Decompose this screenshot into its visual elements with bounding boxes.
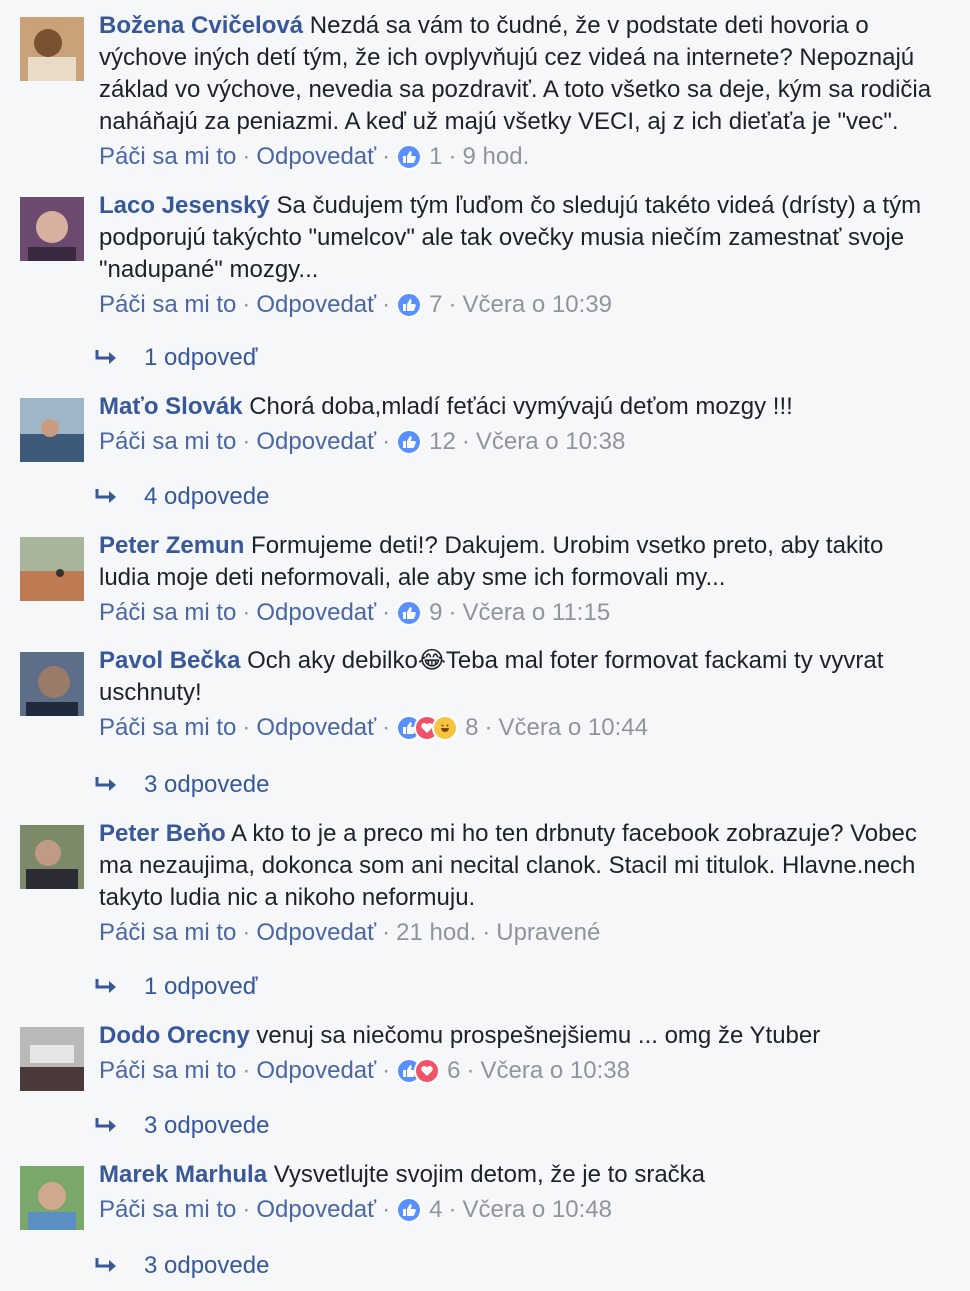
- view-replies-link[interactable]: 1 odpoveď: [94, 342, 258, 374]
- like-link[interactable]: Páči sa mi to: [99, 917, 236, 949]
- comment-text: Pavol Bečka Och aky debilko😂Teba mal fot…: [99, 645, 939, 709]
- avatar[interactable]: [20, 398, 84, 462]
- timestamp[interactable]: Včera o 10:39: [463, 289, 612, 321]
- comment-text: Laco Jesenský Sa čudujem tým ľuďom čo sl…: [99, 190, 939, 286]
- comment-actions: Páči sa mi to · Odpovedať · 7 · Včera o …: [99, 289, 939, 321]
- view-replies-link[interactable]: 3 odpovede: [94, 1250, 269, 1282]
- replies-count[interactable]: 3 odpovede: [144, 1110, 269, 1142]
- author-name[interactable]: Dodo Orecny: [99, 1022, 250, 1049]
- reply-arrow-icon: [95, 350, 116, 364]
- like-link[interactable]: Páči sa mi to: [99, 426, 236, 458]
- comment-text: Maťo Slovák Chorá doba,mladí feťáci vymý…: [99, 391, 939, 423]
- reply-arrow-icon: [95, 979, 116, 993]
- author-name[interactable]: Laco Jesenský: [99, 192, 270, 219]
- reply-link[interactable]: Odpovedať: [256, 1194, 376, 1226]
- avatar[interactable]: [20, 537, 84, 601]
- reply-arrow-icon: [95, 777, 116, 791]
- avatar[interactable]: [20, 17, 84, 81]
- comment-text: Dodo Orecny venuj sa niečomu prospešnejš…: [99, 1020, 939, 1052]
- reaction-count[interactable]: 12: [429, 426, 456, 458]
- reactions[interactable]: [396, 292, 423, 318]
- haha-icon: [432, 715, 459, 741]
- avatar[interactable]: [20, 825, 84, 889]
- timestamp[interactable]: 9 hod.: [463, 141, 530, 173]
- reaction-count[interactable]: 1: [429, 141, 442, 173]
- like-icon: [396, 292, 423, 318]
- view-replies-link[interactable]: 4 odpovede: [94, 481, 269, 513]
- replies-count[interactable]: 3 odpovede: [144, 1250, 269, 1282]
- reply-link[interactable]: Odpovedať: [256, 289, 376, 321]
- view-replies-link[interactable]: 3 odpovede: [94, 769, 269, 801]
- author-name[interactable]: Marek Marhula: [99, 1161, 267, 1188]
- comment-text: Peter Zemun Formujeme deti!? Dakujem. Ur…: [99, 530, 939, 594]
- reaction-count[interactable]: 7: [429, 289, 442, 321]
- timestamp[interactable]: Včera o 10:48: [463, 1194, 612, 1226]
- reactions[interactable]: [396, 144, 423, 170]
- reactions[interactable]: [396, 715, 459, 741]
- view-replies-link[interactable]: 3 odpovede: [94, 1110, 269, 1142]
- author-name[interactable]: Božena Cvičelová: [99, 12, 303, 39]
- reply-link[interactable]: Odpovedať: [256, 712, 376, 744]
- reply-arrow-icon: [95, 1118, 116, 1132]
- comment-actions: Páči sa mi to · Odpovedať · 6 · Včera o …: [99, 1055, 939, 1087]
- reactions[interactable]: [396, 429, 423, 455]
- comment-actions: Páči sa mi to · Odpovedať · 1 · 9 hod.: [99, 141, 939, 173]
- reactions[interactable]: [396, 1197, 423, 1223]
- like-link[interactable]: Páči sa mi to: [99, 141, 236, 173]
- like-link[interactable]: Páči sa mi to: [99, 597, 236, 629]
- reply-link[interactable]: Odpovedať: [256, 426, 376, 458]
- edited-label[interactable]: Upravené: [496, 917, 600, 949]
- like-link[interactable]: Páči sa mi to: [99, 1194, 236, 1226]
- reply-link[interactable]: Odpovedať: [256, 141, 376, 173]
- reaction-count[interactable]: 4: [429, 1194, 442, 1226]
- love-icon: [414, 1058, 441, 1084]
- author-name[interactable]: Peter Beňo: [99, 820, 226, 847]
- replies-count[interactable]: 3 odpovede: [144, 769, 269, 801]
- like-icon: [396, 144, 423, 170]
- reactions[interactable]: [396, 600, 423, 626]
- like-link[interactable]: Páči sa mi to: [99, 712, 236, 744]
- reactions[interactable]: [396, 1058, 441, 1084]
- comment-text: Peter Beňo A kto to je a preco mi ho ten…: [99, 818, 939, 914]
- like-icon: [396, 1197, 423, 1223]
- avatar[interactable]: [20, 1027, 84, 1091]
- reaction-count[interactable]: 9: [429, 597, 442, 629]
- like-link[interactable]: Páči sa mi to: [99, 289, 236, 321]
- reply-arrow-icon: [95, 1258, 116, 1272]
- comment-body: venuj sa niečomu prospešnejšiemu ... omg…: [256, 1022, 821, 1049]
- like-link[interactable]: Páči sa mi to: [99, 1055, 236, 1087]
- reply-arrow-icon: [95, 489, 116, 503]
- timestamp[interactable]: Včera o 10:44: [499, 712, 648, 744]
- author-name[interactable]: Maťo Slovák: [99, 393, 243, 420]
- like-icon: [396, 600, 423, 626]
- comment-text: Božena Cvičelová Nezdá sa vám to čudné, …: [99, 10, 939, 138]
- reaction-count[interactable]: 6: [447, 1055, 460, 1087]
- reply-link[interactable]: Odpovedať: [256, 917, 376, 949]
- comment-actions: Páči sa mi to · Odpovedať · 21 hod. · Up…: [99, 917, 939, 949]
- avatar[interactable]: [20, 652, 84, 716]
- reply-link[interactable]: Odpovedať: [256, 1055, 376, 1087]
- comment-actions: Páči sa mi to · Odpovedať · 8 · Včera o …: [99, 712, 939, 744]
- comment-actions: Páči sa mi to · Odpovedať · 9 · Včera o …: [99, 597, 939, 629]
- replies-count[interactable]: 4 odpovede: [144, 481, 269, 513]
- comment-body: Chorá doba,mladí feťáci vymývajú deťom m…: [249, 393, 793, 420]
- comment-text: Marek Marhula Vysvetlujte svojim detom, …: [99, 1159, 939, 1191]
- timestamp[interactable]: Včera o 10:38: [476, 426, 625, 458]
- like-icon: [396, 429, 423, 455]
- reply-link[interactable]: Odpovedať: [256, 597, 376, 629]
- comment-actions: Páči sa mi to · Odpovedať · 12 · Včera o…: [99, 426, 939, 458]
- timestamp[interactable]: Včera o 11:15: [463, 597, 611, 629]
- timestamp[interactable]: Včera o 10:38: [481, 1055, 630, 1087]
- replies-count[interactable]: 1 odpoveď: [144, 971, 258, 1003]
- comment-actions: Páči sa mi to · Odpovedať · 4 · Včera o …: [99, 1194, 939, 1226]
- comment-body: Vysvetlujte svojim detom, že je to sračk…: [273, 1161, 706, 1188]
- author-name[interactable]: Pavol Bečka: [99, 647, 240, 674]
- avatar[interactable]: [20, 197, 84, 261]
- reaction-count[interactable]: 8: [465, 712, 478, 744]
- view-replies-link[interactable]: 1 odpoveď: [94, 971, 258, 1003]
- avatar[interactable]: [20, 1166, 84, 1230]
- timestamp[interactable]: 21 hod.: [396, 917, 476, 949]
- author-name[interactable]: Peter Zemun: [99, 532, 244, 559]
- replies-count[interactable]: 1 odpoveď: [144, 342, 258, 374]
